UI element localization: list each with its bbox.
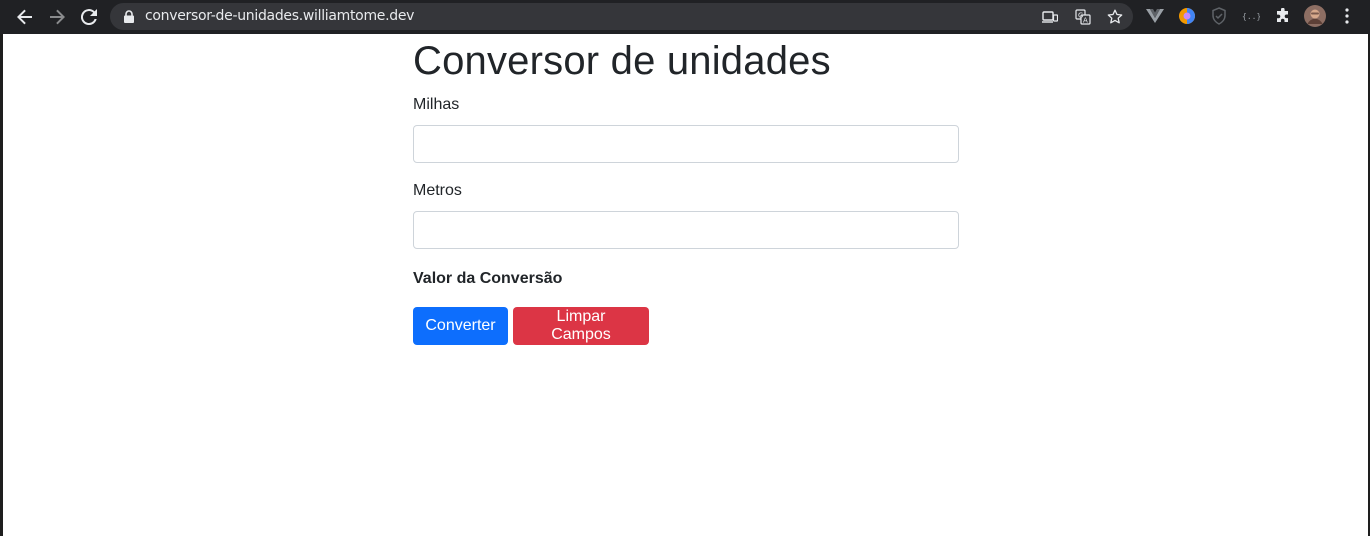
window-border-left [0,34,3,536]
forward-icon[interactable] [45,5,69,29]
address-bar[interactable]: conversor-de-unidades.williamtome.dev GA [110,3,1133,30]
puzzle-icon[interactable] [1272,5,1294,27]
vue-devtools-icon[interactable] [1144,5,1166,27]
miles-label: Milhas [413,96,460,113]
url-text: conversor-de-unidades.williamtome.dev [145,8,415,24]
colorful-extension-icon[interactable] [1176,5,1198,27]
page-title: Conversor de unidades [413,39,831,83]
bookmark-star-icon[interactable] [1106,8,1124,26]
miles-input[interactable] [413,125,959,163]
browser-toolbar: conversor-de-unidades.williamtome.dev GA… [0,0,1370,34]
shield-extension-icon[interactable] [1208,5,1230,27]
json-extension-icon[interactable]: {..} [1240,5,1262,27]
svg-text:{..}: {..} [1242,12,1260,21]
conversion-result-label: Valor da Conversão [413,270,563,287]
menu-icon[interactable] [1336,5,1358,27]
svg-text:A: A [1083,17,1088,25]
translate-icon[interactable]: GA [1074,8,1092,26]
profile-avatar[interactable] [1304,5,1326,27]
meters-label: Metros [413,182,462,199]
clear-fields-button[interactable]: Limpar Campos [513,307,649,345]
back-icon[interactable] [13,5,37,29]
meters-input[interactable] [413,211,959,249]
reload-icon[interactable] [77,5,101,29]
button-group: Converter Limpar Campos [413,307,959,345]
cast-icon[interactable] [1041,8,1059,26]
lock-icon [123,10,135,23]
converter-form: Conversor de unidades Milhas Metros Valo… [413,34,959,345]
convert-button[interactable]: Converter [413,307,508,345]
